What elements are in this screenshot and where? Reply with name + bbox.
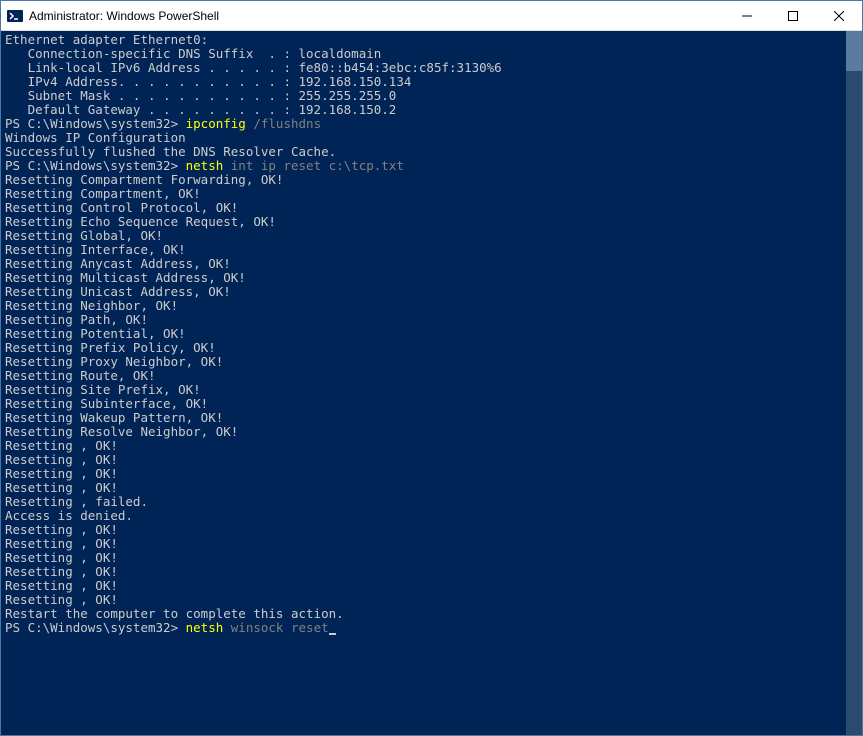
output-line: Link-local IPv6 Address . . . . . : fe80… (5, 61, 858, 75)
output-line: Resetting , OK! (5, 565, 858, 579)
output-line: Resetting Multicast Address, OK! (5, 271, 858, 285)
output-line: Resetting Neighbor, OK! (5, 299, 858, 313)
command-arg: /flushdns (253, 116, 321, 131)
cursor (329, 633, 336, 635)
scrollbar-thumb[interactable] (846, 31, 862, 71)
output-line: Resetting Echo Sequence Request, OK! (5, 215, 858, 229)
output-line: Resetting Proxy Neighbor, OK! (5, 355, 858, 369)
powershell-icon (7, 8, 23, 24)
output-line: Connection-specific DNS Suffix . : local… (5, 47, 858, 61)
scrollbar[interactable] (846, 31, 862, 735)
prompt-ps: PS (5, 620, 28, 635)
output-line: Resetting Compartment, OK! (5, 187, 858, 201)
prompt-line: PS C:\Windows\system32> netsh winsock re… (5, 621, 858, 635)
output-line: Resetting , OK! (5, 579, 858, 593)
output-line: Successfully flushed the DNS Resolver Ca… (5, 145, 858, 159)
output-line: Resetting Potential, OK! (5, 327, 858, 341)
output-line: Default Gateway . . . . . . . . . : 192.… (5, 103, 858, 117)
output-line: Resetting Compartment Forwarding, OK! (5, 173, 858, 187)
prompt-line: PS C:\Windows\system32> netsh int ip res… (5, 159, 858, 173)
output-line: Resetting , OK! (5, 593, 858, 607)
output-line: Resetting , OK! (5, 537, 858, 551)
prompt-ps: PS (5, 158, 28, 173)
output-line: Resetting Interface, OK! (5, 243, 858, 257)
output-line: Resetting , OK! (5, 551, 858, 565)
prompt-path: C:\Windows\system32> (28, 620, 186, 635)
output-line: Resetting Site Prefix, OK! (5, 383, 858, 397)
prompt-line: PS C:\Windows\system32> ipconfig /flushd… (5, 117, 858, 131)
terminal-output[interactable]: Ethernet adapter Ethernet0: Connection-s… (1, 31, 862, 735)
titlebar[interactable]: Administrator: Windows PowerShell (1, 1, 862, 31)
output-line: Windows IP Configuration (5, 131, 858, 145)
output-line: Restart the computer to complete this ac… (5, 607, 858, 621)
output-line: Resetting Prefix Policy, OK! (5, 341, 858, 355)
window-title: Administrator: Windows PowerShell (29, 9, 724, 23)
prompt-path: C:\Windows\system32> (28, 116, 186, 131)
command: netsh (186, 620, 231, 635)
prompt-path: C:\Windows\system32> (28, 158, 186, 173)
output-line: Subnet Mask . . . . . . . . . . . : 255.… (5, 89, 858, 103)
output-line: Resetting , OK! (5, 481, 858, 495)
reset-output: Resetting Compartment Forwarding, OK!Res… (5, 173, 858, 621)
command: ipconfig (186, 116, 254, 131)
output-line: Resetting Route, OK! (5, 369, 858, 383)
output-line: Resetting Resolve Neighbor, OK! (5, 425, 858, 439)
output-line: Resetting Control Protocol, OK! (5, 201, 858, 215)
powershell-window: Administrator: Windows PowerShell Ethern… (0, 0, 863, 736)
output-line: Resetting , failed. (5, 495, 858, 509)
output-line: Resetting , OK! (5, 439, 858, 453)
output-line: Ethernet adapter Ethernet0: (5, 33, 858, 47)
close-button[interactable] (816, 1, 862, 30)
command-arg: int ip reset c:\tcp.txt (231, 158, 404, 173)
output-line: Resetting Global, OK! (5, 229, 858, 243)
output-line: Resetting Anycast Address, OK! (5, 257, 858, 271)
output-line: Resetting Wakeup Pattern, OK! (5, 411, 858, 425)
maximize-button[interactable] (770, 1, 816, 30)
command: netsh (186, 158, 231, 173)
output-line: Resetting , OK! (5, 523, 858, 537)
prompt-ps: PS (5, 116, 28, 131)
window-controls (724, 1, 862, 30)
minimize-button[interactable] (724, 1, 770, 30)
output-line: Access is denied. (5, 509, 858, 523)
output-line: Resetting Path, OK! (5, 313, 858, 327)
output-line: IPv4 Address. . . . . . . . . . . : 192.… (5, 75, 858, 89)
command-arg: winsock reset (231, 620, 329, 635)
output-line: Resetting Unicast Address, OK! (5, 285, 858, 299)
output-line: Resetting , OK! (5, 453, 858, 467)
output-line: Resetting Subinterface, OK! (5, 397, 858, 411)
output-line: Resetting , OK! (5, 467, 858, 481)
